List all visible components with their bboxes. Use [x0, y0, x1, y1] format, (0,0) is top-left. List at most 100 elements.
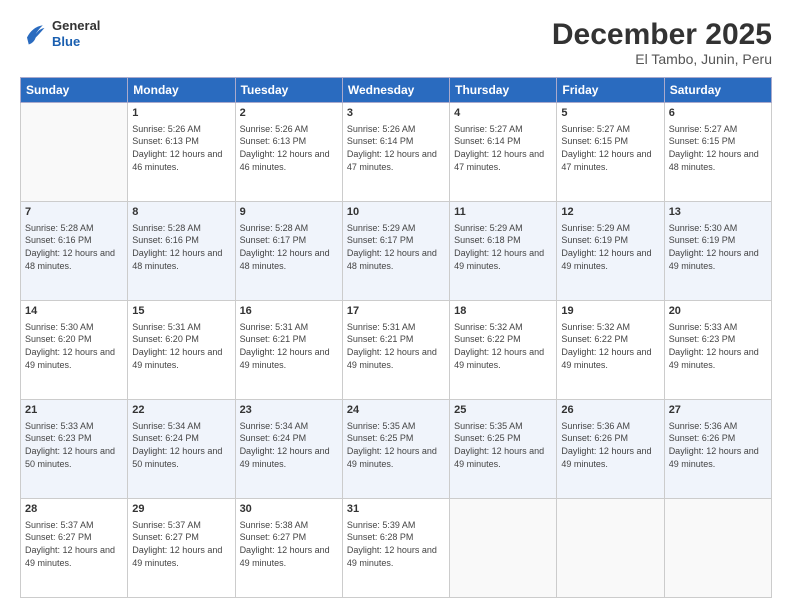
weekday-header: Wednesday [342, 78, 449, 103]
day-number: 3 [347, 106, 445, 121]
calendar-day-cell: 14 Sunrise: 5:30 AMSunset: 6:20 PMDayligh… [21, 301, 128, 400]
calendar-week-row: 14 Sunrise: 5:30 AMSunset: 6:20 PMDayligh… [21, 301, 772, 400]
weekday-header: Monday [128, 78, 235, 103]
calendar-day-cell: 30 Sunrise: 5:38 AMSunset: 6:27 PMDayligh… [235, 499, 342, 598]
calendar-header-row: SundayMondayTuesdayWednesdayThursdayFrid… [21, 78, 772, 103]
calendar-day-cell: 8Sunrise: 5:28 AMSunset: 6:16 PMDaylight… [128, 202, 235, 301]
calendar-day-cell: 16 Sunrise: 5:31 AMSunset: 6:21 PMDayligh… [235, 301, 342, 400]
calendar-day-cell: 19Sunrise: 5:32 AMSunset: 6:22 PMDayligh… [557, 301, 664, 400]
logo: General Blue [20, 18, 100, 49]
day-number: 1 [132, 106, 230, 121]
day-info: Sunrise: 5:27 AMSunset: 6:15 PMDaylight:… [561, 123, 659, 173]
calendar-day-cell: 2Sunrise: 5:26 AMSunset: 6:13 PMDaylight… [235, 103, 342, 202]
calendar-day-cell: 6Sunrise: 5:27 AMSunset: 6:15 PMDaylight… [664, 103, 771, 202]
day-info: Sunrise: 5:31 AMSunset: 6:20 PMDaylight:… [132, 321, 230, 371]
calendar-day-cell [450, 499, 557, 598]
day-info: Sunrise: 5:26 AMSunset: 6:13 PMDaylight:… [132, 123, 230, 173]
calendar-subtitle: El Tambo, Junin, Peru [552, 51, 772, 67]
day-info: Sunrise: 5:32 AMSunset: 6:22 PMDaylight:… [561, 321, 659, 371]
day-number: 23 [240, 403, 338, 418]
day-number: 22 [132, 403, 230, 418]
calendar-day-cell: 31 Sunrise: 5:39 AMSunset: 6:28 PMDayligh… [342, 499, 449, 598]
day-info: Sunrise: 5:36 AMSunset: 6:26 PMDaylight:… [669, 420, 767, 470]
calendar-day-cell: 5 Sunrise: 5:27 AMSunset: 6:15 PMDaylight… [557, 103, 664, 202]
day-number: 16 [240, 304, 338, 319]
day-info: Sunrise: 5:33 AMSunset: 6:23 PMDaylight:… [669, 321, 767, 371]
day-info: Sunrise: 5:26 AMSunset: 6:13 PMDaylight:… [240, 123, 338, 173]
day-info: Sunrise: 5:35 AMSunset: 6:25 PMDaylight:… [347, 420, 445, 470]
day-info: Sunrise: 5:38 AMSunset: 6:27 PMDaylight:… [240, 519, 338, 569]
day-number: 30 [240, 502, 338, 517]
calendar-day-cell: 7 Sunrise: 5:28 AMSunset: 6:16 PMDaylight… [21, 202, 128, 301]
day-number: 12 [561, 205, 659, 220]
weekday-header: Thursday [450, 78, 557, 103]
day-number: 5 [561, 106, 659, 121]
day-number: 31 [347, 502, 445, 517]
day-info: Sunrise: 5:37 AMSunset: 6:27 PMDaylight:… [25, 519, 123, 569]
day-number: 24 [347, 403, 445, 418]
calendar-day-cell [664, 499, 771, 598]
calendar-day-cell: 12Sunrise: 5:29 AMSunset: 6:19 PMDayligh… [557, 202, 664, 301]
day-number: 14 [25, 304, 123, 319]
day-number: 13 [669, 205, 767, 220]
day-info: Sunrise: 5:29 AMSunset: 6:17 PMDaylight:… [347, 222, 445, 272]
calendar-day-cell: 29Sunrise: 5:37 AMSunset: 6:27 PMDayligh… [128, 499, 235, 598]
day-number: 4 [454, 106, 552, 121]
day-number: 28 [25, 502, 123, 517]
logo-bird-icon [20, 20, 48, 48]
calendar-week-row: 21 Sunrise: 5:33 AMSunset: 6:23 PMDayligh… [21, 400, 772, 499]
day-number: 9 [240, 205, 338, 220]
day-number: 10 [347, 205, 445, 220]
day-info: Sunrise: 5:28 AMSunset: 6:16 PMDaylight:… [132, 222, 230, 272]
day-number: 21 [25, 403, 123, 418]
day-info: Sunrise: 5:31 AMSunset: 6:21 PMDaylight:… [347, 321, 445, 371]
day-number: 7 [25, 205, 123, 220]
day-info: Sunrise: 5:28 AMSunset: 6:16 PMDaylight:… [25, 222, 123, 272]
calendar-day-cell: 24 Sunrise: 5:35 AMSunset: 6:25 PMDayligh… [342, 400, 449, 499]
calendar-day-cell: 20 Sunrise: 5:33 AMSunset: 6:23 PMDayligh… [664, 301, 771, 400]
day-number: 18 [454, 304, 552, 319]
weekday-header: Sunday [21, 78, 128, 103]
day-number: 20 [669, 304, 767, 319]
day-number: 29 [132, 502, 230, 517]
logo-general: General [52, 18, 100, 34]
weekday-header: Friday [557, 78, 664, 103]
calendar-day-cell [557, 499, 664, 598]
day-info: Sunrise: 5:30 AMSunset: 6:20 PMDaylight:… [25, 321, 123, 371]
calendar-day-cell: 28 Sunrise: 5:37 AMSunset: 6:27 PMDayligh… [21, 499, 128, 598]
day-info: Sunrise: 5:31 AMSunset: 6:21 PMDaylight:… [240, 321, 338, 371]
calendar-day-cell: 4 Sunrise: 5:27 AMSunset: 6:14 PMDaylight… [450, 103, 557, 202]
calendar-day-cell: 15Sunrise: 5:31 AMSunset: 6:20 PMDayligh… [128, 301, 235, 400]
day-info: Sunrise: 5:33 AMSunset: 6:23 PMDaylight:… [25, 420, 123, 470]
calendar-day-cell: 1 Sunrise: 5:26 AMSunset: 6:13 PMDaylight… [128, 103, 235, 202]
day-info: Sunrise: 5:28 AMSunset: 6:17 PMDaylight:… [240, 222, 338, 272]
day-info: Sunrise: 5:26 AMSunset: 6:14 PMDaylight:… [347, 123, 445, 173]
day-number: 6 [669, 106, 767, 121]
day-info: Sunrise: 5:36 AMSunset: 6:26 PMDaylight:… [561, 420, 659, 470]
page: General Blue December 2025 El Tambo, Jun… [0, 0, 792, 612]
day-info: Sunrise: 5:34 AMSunset: 6:24 PMDaylight:… [132, 420, 230, 470]
day-info: Sunrise: 5:32 AMSunset: 6:22 PMDaylight:… [454, 321, 552, 371]
calendar-day-cell: 21 Sunrise: 5:33 AMSunset: 6:23 PMDayligh… [21, 400, 128, 499]
calendar-day-cell: 17Sunrise: 5:31 AMSunset: 6:21 PMDayligh… [342, 301, 449, 400]
calendar-week-row: 7 Sunrise: 5:28 AMSunset: 6:16 PMDaylight… [21, 202, 772, 301]
day-info: Sunrise: 5:39 AMSunset: 6:28 PMDaylight:… [347, 519, 445, 569]
calendar-week-row: 1 Sunrise: 5:26 AMSunset: 6:13 PMDaylight… [21, 103, 772, 202]
calendar-day-cell: 10 Sunrise: 5:29 AMSunset: 6:17 PMDayligh… [342, 202, 449, 301]
day-info: Sunrise: 5:34 AMSunset: 6:24 PMDaylight:… [240, 420, 338, 470]
logo-text: General Blue [52, 18, 100, 49]
day-info: Sunrise: 5:30 AMSunset: 6:19 PMDaylight:… [669, 222, 767, 272]
weekday-header: Saturday [664, 78, 771, 103]
day-info: Sunrise: 5:27 AMSunset: 6:14 PMDaylight:… [454, 123, 552, 173]
calendar-day-cell: 27 Sunrise: 5:36 AMSunset: 6:26 PMDayligh… [664, 400, 771, 499]
weekday-header: Tuesday [235, 78, 342, 103]
calendar-day-cell: 9 Sunrise: 5:28 AMSunset: 6:17 PMDaylight… [235, 202, 342, 301]
calendar-title: December 2025 [552, 18, 772, 51]
day-number: 27 [669, 403, 767, 418]
calendar-day-cell: 11Sunrise: 5:29 AMSunset: 6:18 PMDayligh… [450, 202, 557, 301]
calendar-day-cell: 18 Sunrise: 5:32 AMSunset: 6:22 PMDayligh… [450, 301, 557, 400]
logo-blue: Blue [52, 34, 100, 50]
day-info: Sunrise: 5:35 AMSunset: 6:25 PMDaylight:… [454, 420, 552, 470]
calendar-day-cell: 25Sunrise: 5:35 AMSunset: 6:25 PMDayligh… [450, 400, 557, 499]
day-number: 11 [454, 205, 552, 220]
